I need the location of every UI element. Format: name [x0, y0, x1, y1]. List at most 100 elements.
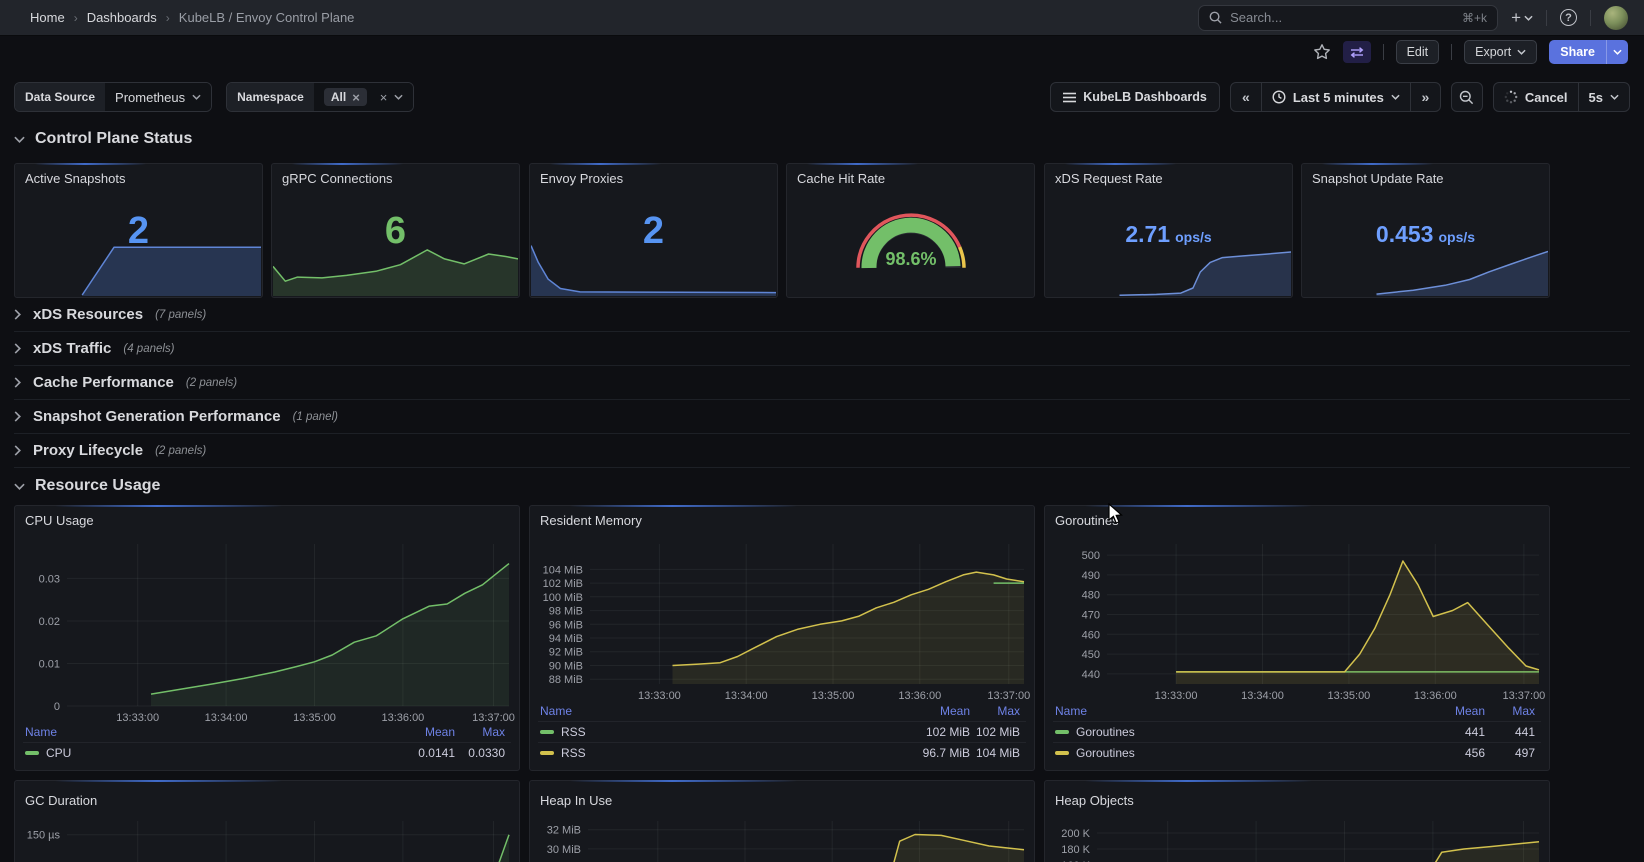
- spinner-icon: [1504, 90, 1518, 104]
- plus-icon: +: [1511, 8, 1521, 28]
- time-range-button[interactable]: Last 5 minutes: [1261, 83, 1410, 111]
- resident-memory-chart[interactable]: 13:33:0013:34:0013:35:0013:36:0013:37:00…: [532, 542, 1032, 702]
- panel-count: (2 panels): [186, 377, 237, 389]
- avatar[interactable]: [1604, 6, 1628, 30]
- export-button[interactable]: Export: [1464, 40, 1537, 64]
- goroutines-chart[interactable]: 13:33:0013:34:0013:35:0013:36:0013:37:00…: [1047, 542, 1547, 702]
- legend-col-name[interactable]: Name: [538, 704, 890, 718]
- legend-col-max[interactable]: Max: [1485, 704, 1541, 718]
- panel-title[interactable]: Envoy Proxies: [540, 171, 623, 186]
- legend-col-mean[interactable]: Mean: [375, 725, 455, 739]
- panel-title[interactable]: Heap In Use: [540, 793, 612, 808]
- svg-text:98.6%: 98.6%: [885, 249, 936, 269]
- section-title: Snapshot Generation Performance: [33, 408, 281, 425]
- series-color-swatch-icon: [1055, 730, 1069, 734]
- datasource-value[interactable]: Prometheus: [105, 83, 211, 111]
- series-color-swatch-icon: [540, 730, 554, 734]
- svg-text:90 MiB: 90 MiB: [549, 661, 583, 673]
- section-proxy-lifecycle[interactable]: Proxy Lifecycle (2 panels): [14, 434, 1630, 468]
- section-title: Proxy Lifecycle: [33, 442, 143, 459]
- edit-button[interactable]: Edit: [1396, 40, 1440, 64]
- legend-max-value: 441: [1485, 725, 1541, 739]
- namespace-value[interactable]: All × ×: [314, 83, 414, 111]
- cancel-refresh-button[interactable]: Cancel: [1494, 83, 1578, 111]
- search-input[interactable]: [1230, 10, 1454, 25]
- panel-grpc-connections: gRPC Connections 6: [271, 163, 520, 298]
- clear-all-icon[interactable]: ×: [380, 91, 388, 104]
- legend-header[interactable]: Name Mean Max: [1053, 701, 1541, 721]
- time-shift-forward-button[interactable]: »: [1410, 83, 1440, 111]
- legend-row[interactable]: Goroutines 441 441: [1053, 721, 1541, 742]
- share-split-button: Share: [1549, 40, 1628, 64]
- panel-title[interactable]: Snapshot Update Rate: [1312, 171, 1444, 186]
- legend-col-max[interactable]: Max: [455, 725, 511, 739]
- namespace-tag[interactable]: All ×: [324, 88, 367, 106]
- dashboard-toolbar: Edit Export Share: [0, 36, 1644, 68]
- star-icon[interactable]: [1313, 43, 1331, 61]
- panel-envoy-proxies: Envoy Proxies 2: [529, 163, 778, 298]
- gc-duration-chart[interactable]: 150 µs: [17, 813, 517, 862]
- legend-header[interactable]: Name Mean Max: [538, 701, 1026, 721]
- add-new-button[interactable]: +: [1511, 8, 1533, 28]
- panel-title[interactable]: CPU Usage: [25, 513, 94, 528]
- close-icon[interactable]: ×: [352, 91, 360, 104]
- panel-title[interactable]: Heap Objects: [1055, 793, 1134, 808]
- section-xds-resources[interactable]: xDS Resources (7 panels): [14, 298, 1630, 332]
- breadcrumb-home[interactable]: Home: [30, 10, 65, 25]
- chevron-down-icon: [14, 136, 25, 143]
- section-snapshot-generation-performance[interactable]: Snapshot Generation Performance (1 panel…: [14, 400, 1630, 434]
- svg-text:102 MiB: 102 MiB: [543, 578, 583, 590]
- legend-header[interactable]: Name Mean Max: [23, 722, 511, 742]
- legend-col-mean[interactable]: Mean: [1405, 704, 1485, 718]
- legend-row[interactable]: RSS 96.7 MiB 104 MiB: [538, 742, 1026, 763]
- namespace-picker: Namespace All × ×: [226, 82, 414, 112]
- time-shift-back-button[interactable]: «: [1231, 83, 1261, 111]
- help-icon[interactable]: ?: [1560, 9, 1577, 26]
- kubelb-dashboards-button[interactable]: KubeLB Dashboards: [1050, 82, 1220, 112]
- chevron-down-icon: [1610, 94, 1619, 100]
- section-cache-performance[interactable]: Cache Performance (2 panels): [14, 366, 1630, 400]
- cpu-usage-chart[interactable]: 13:33:0013:34:0013:35:0013:36:0013:37:00…: [17, 542, 517, 732]
- panel-gc-duration: GC Duration 150 µs: [14, 780, 520, 862]
- heap-in-use-chart[interactable]: 32 MiB30 MiB: [532, 813, 1032, 862]
- share-button[interactable]: Share: [1549, 40, 1606, 64]
- panel-heap-in-use: Heap In Use 32 MiB30 MiB: [529, 780, 1035, 862]
- time-picker: « Last 5 minutes »: [1230, 82, 1441, 112]
- svg-text:0.03: 0.03: [39, 573, 60, 585]
- panel-title[interactable]: Cache Hit Rate: [797, 171, 885, 186]
- datasource-label: Data Source: [15, 83, 105, 111]
- legend-row[interactable]: Goroutines 456 497: [1053, 742, 1541, 763]
- panel-title[interactable]: Resident Memory: [540, 513, 642, 528]
- search-shortcut-hint: ⌘+k: [1462, 11, 1487, 25]
- refresh-interval-button[interactable]: 5s: [1578, 83, 1629, 111]
- stat-value: 0.453 ops/s: [1302, 221, 1549, 248]
- panel-title[interactable]: gRPC Connections: [282, 171, 393, 186]
- section-control-plane-status[interactable]: Control Plane Status: [14, 127, 192, 151]
- breadcrumb-dashboards[interactable]: Dashboards: [87, 10, 157, 25]
- panel-title[interactable]: Goroutines: [1055, 513, 1119, 528]
- legend-row[interactable]: RSS 102 MiB 102 MiB: [538, 721, 1026, 742]
- panel-title[interactable]: GC Duration: [25, 793, 97, 808]
- legend-mean-value: 441: [1405, 725, 1485, 739]
- share-menu-button[interactable]: [1606, 40, 1628, 64]
- legend-col-name[interactable]: Name: [23, 725, 375, 739]
- stat-value: 2: [15, 211, 262, 251]
- divider: [1451, 44, 1452, 60]
- section-resource-usage[interactable]: Resource Usage: [14, 474, 160, 498]
- top-nav-bar: Home › Dashboards › KubeLB / Envoy Contr…: [0, 0, 1644, 36]
- resident-memory-legend: Name Mean Max RSS 102 MiB 102 MiB RSS 96…: [538, 701, 1026, 763]
- panel-carousel-button[interactable]: [1343, 41, 1371, 63]
- legend-col-max[interactable]: Max: [970, 704, 1026, 718]
- legend-col-mean[interactable]: Mean: [890, 704, 970, 718]
- heap-objects-chart[interactable]: 200 K180 K160 K: [1047, 813, 1547, 862]
- legend-series-name: RSS: [538, 725, 890, 739]
- panel-title[interactable]: Active Snapshots: [25, 171, 125, 186]
- legend-col-name[interactable]: Name: [1053, 704, 1405, 718]
- legend-row[interactable]: CPU 0.0141 0.0330: [23, 742, 511, 763]
- cache-hit-rate-gauge[interactable]: 98.6%: [847, 196, 975, 274]
- zoom-out-button[interactable]: [1451, 82, 1483, 112]
- section-xds-traffic[interactable]: xDS Traffic (4 panels): [14, 332, 1630, 366]
- search-box[interactable]: ⌘+k: [1198, 5, 1498, 31]
- svg-text:100 MiB: 100 MiB: [543, 592, 583, 604]
- panel-title[interactable]: xDS Request Rate: [1055, 171, 1163, 186]
